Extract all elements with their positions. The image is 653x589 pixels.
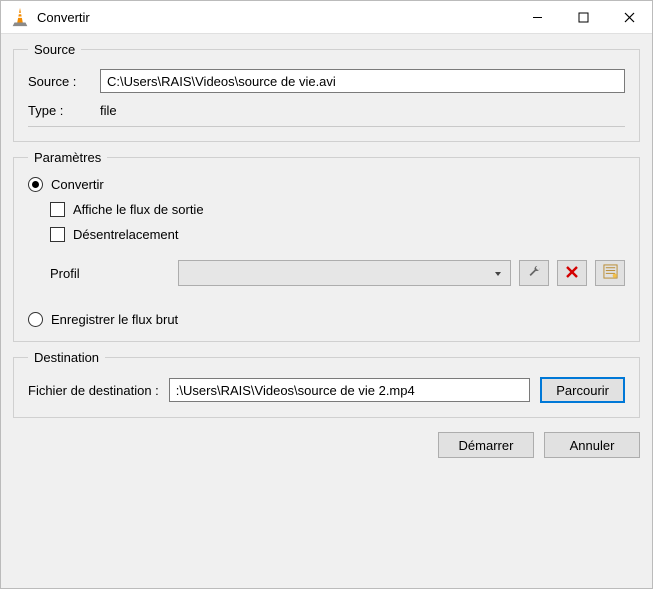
destination-file-label: Fichier de destination : bbox=[28, 383, 159, 398]
convert-dialog: Convertir Source Source : Type : file Pa… bbox=[0, 0, 653, 589]
cancel-button[interactable]: Annuler bbox=[544, 432, 640, 458]
delete-profile-button[interactable] bbox=[557, 260, 587, 286]
params-group: Paramètres Convertir Affiche le flux de … bbox=[13, 150, 640, 342]
profile-dropdown[interactable] bbox=[178, 260, 511, 286]
source-input[interactable] bbox=[100, 69, 625, 93]
start-button[interactable]: Démarrer bbox=[438, 432, 534, 458]
deinterlace-label: Désentrelacement bbox=[73, 227, 179, 242]
destination-group: Destination Fichier de destination : Par… bbox=[13, 350, 640, 418]
list-new-icon bbox=[603, 264, 618, 282]
chevron-down-icon bbox=[494, 266, 502, 281]
vlc-cone-icon bbox=[9, 6, 31, 28]
deinterlace-checkbox[interactable]: Désentrelacement bbox=[50, 227, 625, 242]
wrench-icon bbox=[527, 264, 542, 282]
profile-label: Profil bbox=[50, 266, 170, 281]
convert-radio[interactable]: Convertir bbox=[28, 177, 104, 192]
type-label: Type : bbox=[28, 103, 90, 118]
close-button[interactable] bbox=[606, 1, 652, 34]
radio-icon bbox=[28, 312, 43, 327]
checkbox-icon bbox=[50, 227, 65, 242]
maximize-button[interactable] bbox=[560, 1, 606, 34]
params-legend: Paramètres bbox=[28, 150, 107, 165]
show-output-label: Affiche le flux de sortie bbox=[73, 202, 204, 217]
save-raw-radio[interactable]: Enregistrer le flux brut bbox=[28, 312, 178, 327]
type-value: file bbox=[100, 103, 117, 118]
convert-radio-label: Convertir bbox=[51, 177, 104, 192]
save-raw-label: Enregistrer le flux brut bbox=[51, 312, 178, 327]
minimize-button[interactable] bbox=[514, 1, 560, 34]
titlebar: Convertir bbox=[1, 1, 652, 34]
source-label: Source : bbox=[28, 74, 90, 89]
dialog-footer: Démarrer Annuler bbox=[13, 426, 640, 458]
checkbox-icon bbox=[50, 202, 65, 217]
window-title: Convertir bbox=[37, 10, 90, 25]
radio-icon bbox=[28, 177, 43, 192]
source-group: Source Source : Type : file bbox=[13, 42, 640, 142]
show-output-checkbox[interactable]: Affiche le flux de sortie bbox=[50, 202, 625, 217]
browse-button[interactable]: Parcourir bbox=[540, 377, 625, 403]
destination-file-input[interactable] bbox=[169, 378, 530, 402]
new-profile-button[interactable] bbox=[595, 260, 625, 286]
destination-legend: Destination bbox=[28, 350, 105, 365]
delete-x-icon bbox=[566, 266, 578, 281]
edit-profile-button[interactable] bbox=[519, 260, 549, 286]
source-legend: Source bbox=[28, 42, 81, 57]
